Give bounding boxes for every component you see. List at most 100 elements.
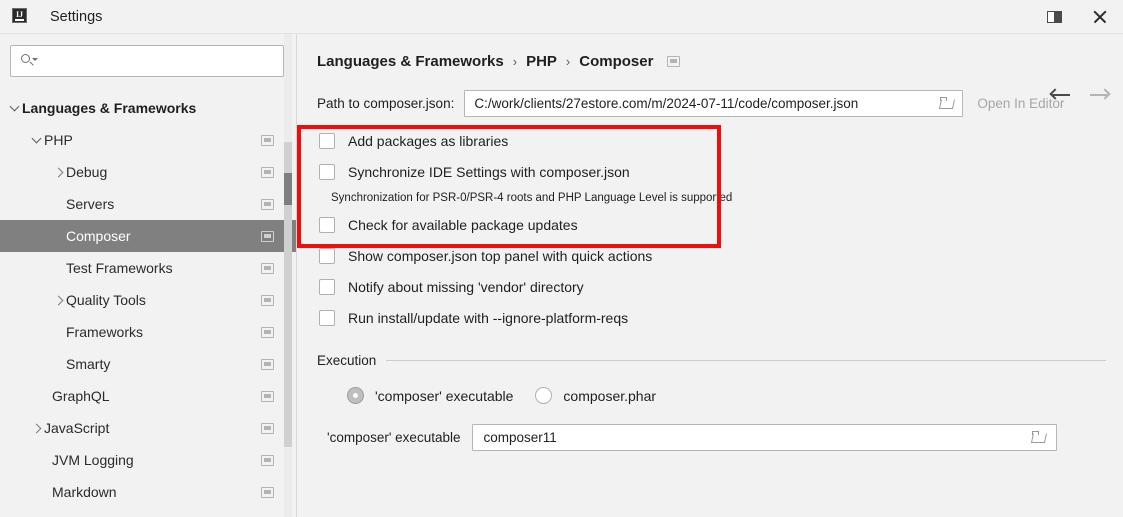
option-check-for-package-updates[interactable]: Check for available package updates (297, 209, 1123, 240)
execution-section-header: Execution (297, 353, 1123, 368)
composer-executable-input[interactable]: composer11 (472, 424, 1058, 451)
settings-sync-icon[interactable] (667, 56, 681, 67)
option-label: Run install/update with --ignore-platfor… (348, 309, 629, 326)
sidebar-item-test-frameworks[interactable]: Test Frameworks (0, 252, 296, 284)
sidebar-item-label: Debug (66, 164, 108, 180)
intellij-idea-icon: IJ (12, 7, 30, 26)
composer-path-label: Path to composer.json: (317, 96, 455, 111)
composer-path-input[interactable]: C:/work/clients/27estore.com/m/2024-07-1… (464, 90, 964, 117)
composer-executable-label: 'composer' executable (327, 430, 461, 445)
breadcrumb-item-languages-frameworks[interactable]: Languages & Frameworks (317, 53, 504, 70)
option-show-top-panel[interactable]: Show composer.json top panel with quick … (297, 240, 1123, 271)
search-area (0, 34, 296, 77)
option-label: Show composer.json top panel with quick … (348, 247, 653, 264)
composer-path-row: Path to composer.json: C:/work/clients/2… (297, 70, 1123, 117)
settings-sync-icon (261, 454, 274, 466)
sidebar-item-markdown[interactable]: Markdown (0, 476, 296, 508)
sidebar-item-graphql[interactable]: GraphQL (0, 380, 296, 412)
breadcrumb-item-php[interactable]: PHP (526, 53, 557, 70)
checkbox[interactable] (319, 132, 335, 149)
close-button[interactable] (1077, 0, 1123, 33)
section-divider (386, 360, 1106, 361)
settings-sync-icon (261, 198, 274, 210)
option-label: Check for available package updates (348, 216, 578, 233)
chevron-right-icon[interactable] (52, 165, 66, 179)
window-controls (1031, 0, 1123, 33)
sidebar-item-label: Frameworks (66, 324, 144, 340)
sidebar-item-label: GraphQL (52, 388, 110, 404)
settings-sync-icon (261, 166, 274, 178)
breadcrumb: Languages & Frameworks › PHP › Composer (297, 34, 1123, 70)
sidebar-scrollbar-thumb-selected[interactable] (284, 173, 292, 205)
checkbox[interactable] (319, 309, 335, 326)
composer-options: Add packages as libraries Synchronize ID… (297, 125, 1123, 333)
sidebar-item-composer[interactable]: Composer (0, 220, 296, 252)
close-icon (1092, 9, 1108, 25)
sidebar-item-label: Servers (66, 196, 115, 212)
sidebar-item-debug[interactable]: Debug (0, 156, 296, 188)
checkbox[interactable] (319, 216, 335, 233)
sidebar-item-servers[interactable]: Servers (0, 188, 296, 220)
sidebar-item-jvm-logging[interactable]: JVM Logging (0, 444, 296, 476)
settings-body: · · · · Languages & Frameworks PHP Debug… (0, 34, 1123, 517)
window-title: Settings (50, 8, 103, 25)
layout-toggle-button[interactable] (1031, 0, 1077, 33)
search-box[interactable] (10, 45, 284, 77)
sidebar-item-label: Markdown (52, 484, 117, 500)
sidebar-item-frameworks[interactable]: Frameworks (0, 316, 296, 348)
sidebar-item-label: JVM Logging (52, 452, 134, 468)
checkbox[interactable] (319, 247, 335, 264)
sidebar-item-smarty[interactable]: Smarty (0, 348, 296, 380)
settings-content: Languages & Frameworks › PHP › Composer … (297, 34, 1123, 517)
option-label: Notify about missing 'vendor' directory (348, 278, 584, 295)
sidebar-item-php[interactable]: PHP (0, 124, 296, 156)
option-notify-missing-vendor[interactable]: Notify about missing 'vendor' directory (297, 271, 1123, 302)
arrow-right-icon[interactable] (1087, 84, 1111, 106)
settings-sync-icon (261, 390, 274, 402)
window-titlebar: IJ Settings (0, 0, 1123, 34)
settings-sidebar: · · · · Languages & Frameworks PHP Debug… (0, 34, 297, 517)
layout-toggle-icon (1046, 10, 1062, 23)
radio-label: composer.phar (563, 387, 657, 404)
settings-sync-icon (261, 422, 274, 434)
settings-tree: Languages & Frameworks PHP Debug Servers… (0, 92, 296, 508)
arrow-left-icon[interactable] (1049, 84, 1073, 106)
option-ignore-platform-reqs[interactable]: Run install/update with --ignore-platfor… (297, 302, 1123, 333)
clipped-tree-row-text: · · · · (72, 79, 101, 82)
breadcrumb-separator: › (512, 54, 518, 69)
settings-sync-icon (261, 294, 274, 306)
option-add-packages-as-libraries[interactable]: Add packages as libraries (297, 125, 1123, 156)
checkbox[interactable] (319, 163, 335, 180)
breadcrumb-separator: › (565, 54, 571, 69)
settings-sync-icon (261, 230, 274, 242)
checkbox[interactable] (319, 278, 335, 295)
sidebar-item-label: Quality Tools (66, 292, 146, 308)
search-icon (20, 53, 40, 69)
chevron-down-icon[interactable] (8, 101, 22, 115)
settings-sync-icon (261, 134, 274, 146)
sidebar-item-languages-frameworks[interactable]: Languages & Frameworks (0, 92, 296, 124)
composer-path-value: C:/work/clients/27estore.com/m/2024-07-1… (474, 96, 859, 111)
option-label: Add packages as libraries (348, 132, 509, 149)
search-input[interactable] (40, 48, 283, 74)
option-label: Synchronize IDE Settings with composer.j… (348, 163, 630, 180)
radio-composer-executable[interactable] (347, 387, 364, 404)
sidebar-item-quality-tools[interactable]: Quality Tools (0, 284, 296, 316)
chevron-right-icon[interactable] (30, 421, 44, 435)
sidebar-item-label: JavaScript (44, 420, 110, 436)
chevron-right-icon[interactable] (52, 293, 66, 307)
folder-icon[interactable] (940, 97, 956, 110)
breadcrumb-item-composer: Composer (579, 53, 654, 70)
execution-mode-radios: 'composer' executable composer.phar (297, 387, 1123, 404)
option-synchronize-ide-settings[interactable]: Synchronize IDE Settings with composer.j… (297, 156, 1123, 187)
sidebar-item-javascript[interactable]: JavaScript (0, 412, 296, 444)
clipped-tree-row: · · · · (0, 79, 296, 90)
settings-sync-icon (261, 326, 274, 338)
sidebar-item-label: PHP (44, 132, 73, 148)
radio-composer-phar[interactable] (535, 387, 553, 404)
chevron-down-icon[interactable] (30, 133, 44, 147)
settings-sync-icon (261, 358, 274, 370)
folder-icon[interactable] (1032, 431, 1048, 444)
sidebar-item-label: Test Frameworks (66, 260, 173, 276)
settings-sync-icon (261, 486, 274, 498)
